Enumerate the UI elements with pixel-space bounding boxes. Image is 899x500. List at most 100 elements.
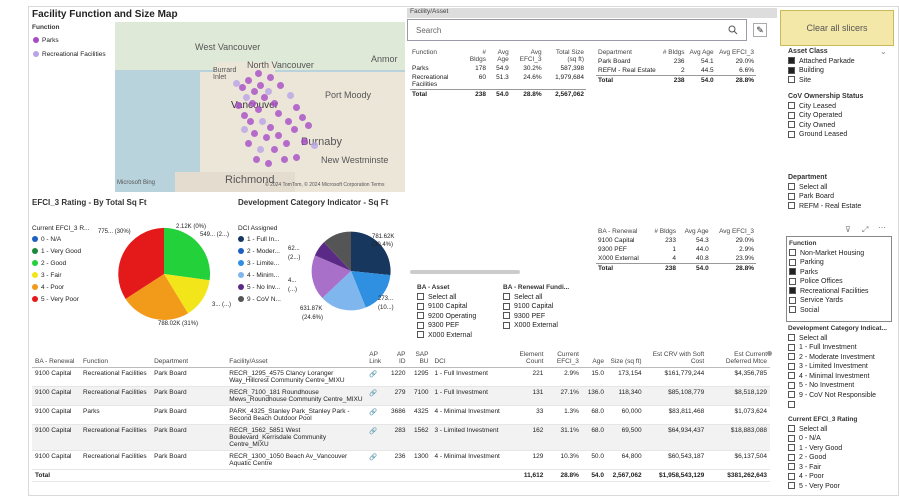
map-marker[interactable] <box>291 126 298 133</box>
map-marker[interactable] <box>251 88 258 95</box>
slicer-item[interactable]: 9100 Capital <box>503 302 588 312</box>
legend-item[interactable]: 3 - Fair <box>32 270 89 282</box>
more-icon[interactable]: ⋯ <box>878 223 886 232</box>
slicer-item[interactable]: City Leased <box>788 102 893 112</box>
slicer-item[interactable]: Attached Parkade <box>788 57 893 67</box>
table-row[interactable]: X000 External 4 40.8 23.9% <box>596 254 756 264</box>
map-marker[interactable] <box>311 142 318 149</box>
slicer-item[interactable]: X000 External <box>417 331 497 341</box>
efci-pie-chart[interactable] <box>116 226 212 322</box>
map-marker[interactable] <box>305 122 312 129</box>
table-row[interactable]: 9100 Capital Recreational Facilities Park … <box>32 367 770 387</box>
function-slicer[interactable]: Function Non-Market Housing Parking Park… <box>786 236 892 322</box>
map-marker[interactable] <box>275 132 282 139</box>
slicer-item[interactable]: 9200 Operating <box>417 312 497 322</box>
legend-item[interactable]: 4 - Minim... <box>238 270 281 282</box>
map-marker[interactable] <box>277 82 284 89</box>
map-marker[interactable] <box>235 102 242 109</box>
checkbox[interactable] <box>788 66 795 74</box>
map-marker[interactable] <box>293 154 300 161</box>
table-row[interactable]: 9100 Capital Parks Park Board PARK_4325_Sta… <box>32 405 770 425</box>
slicer-item[interactable]: 3 - Fair <box>788 463 893 473</box>
slicer-item[interactable]: Ground Leased <box>788 130 893 140</box>
link-icon[interactable]: 🔗 <box>366 450 388 470</box>
map-legend-parks[interactable]: Parks <box>33 37 59 44</box>
map-marker[interactable] <box>271 146 278 153</box>
legend-item[interactable]: 0 - N/A <box>32 234 89 246</box>
table-row[interactable]: Park Board 236 54.1 29.0% <box>596 57 756 66</box>
slicer-item[interactable]: Building <box>788 66 893 76</box>
facility-map[interactable]: West Vancouver North Vancouver Burrard I… <box>115 22 405 192</box>
table-row[interactable]: 9100 Capital Recreational Facilities Park … <box>32 450 770 470</box>
map-marker[interactable] <box>251 130 258 137</box>
slicer-item[interactable]: 9 - CoV Not Responsible <box>788 391 893 401</box>
map-marker[interactable] <box>247 118 254 125</box>
map-marker[interactable] <box>259 118 266 125</box>
map-marker[interactable] <box>271 100 278 107</box>
slicer-item[interactable]: 5 - Very Poor <box>788 482 893 492</box>
table-row[interactable]: 9300 PEF 1 44.0 2.9% <box>596 245 756 254</box>
slicer-item[interactable]: 1 - Full Investment <box>788 343 893 353</box>
slicer-item[interactable]: 9300 PEF <box>417 321 497 331</box>
map-marker[interactable] <box>267 124 274 131</box>
map-marker[interactable] <box>261 94 268 101</box>
map-marker[interactable] <box>243 94 250 101</box>
map-marker[interactable] <box>241 126 248 133</box>
link-icon[interactable]: 🔗 <box>366 386 388 406</box>
filter-icon[interactable]: ⊽ <box>845 225 851 234</box>
map-attribution[interactable]: © 2024 TomTom, © 2024 Microsoft Corporat… <box>265 182 384 188</box>
slicer-item[interactable]: 9100 Capital <box>417 302 497 312</box>
table-row[interactable]: 9100 Capital Recreational Facilities Park … <box>32 424 770 451</box>
map-marker[interactable] <box>287 92 294 99</box>
link-icon[interactable]: 🔗 <box>366 424 388 451</box>
map-marker[interactable] <box>257 146 264 153</box>
table-row[interactable]: REFM - Real Estate 2 44.5 6.6% <box>596 66 756 76</box>
legend-item[interactable]: 2 - Good <box>32 258 89 270</box>
table-row[interactable]: 9100 Capital Recreational Facilities Park … <box>32 386 770 406</box>
table-row[interactable]: Parks 178 54.9 30.2% 587,398 <box>410 64 586 73</box>
slicer-item[interactable]: 1 - Very Good <box>788 444 893 454</box>
slicer-item[interactable]: Parking <box>789 258 889 268</box>
map-marker[interactable] <box>255 70 262 77</box>
legend-item[interactable]: 3 - Limite... <box>238 258 281 270</box>
slicer-item[interactable]: Social <box>789 306 889 316</box>
link-icon[interactable]: 🔗 <box>366 405 388 425</box>
slicer-item[interactable]: 2 - Good <box>788 453 893 463</box>
map-marker[interactable] <box>245 77 252 84</box>
slicer-item[interactable]: Site <box>788 76 893 86</box>
legend-item[interactable]: 1 - Full In... <box>238 234 281 246</box>
slicer-item[interactable]: Parks <box>789 268 889 278</box>
horizontal-scrollbar[interactable] <box>410 270 520 274</box>
table-row[interactable]: 9100 Capital 233 54.3 29.0% <box>596 236 756 245</box>
map-legend-recreational[interactable]: Recreational Facilities <box>33 51 106 58</box>
slicer-item[interactable]: X000 External <box>503 321 588 331</box>
slicer-item[interactable]: 4 - Poor <box>788 472 893 482</box>
map-marker[interactable] <box>253 156 260 163</box>
slicer-item[interactable]: Select all <box>788 334 893 344</box>
slicer-item[interactable]: Non-Market Housing <box>789 249 889 259</box>
legend-item[interactable]: 9 - CoV N... <box>238 294 281 306</box>
map-marker[interactable] <box>281 156 288 163</box>
expand-icon[interactable]: ⤢ <box>862 225 868 235</box>
map-marker[interactable] <box>257 82 264 89</box>
map-marker[interactable] <box>255 106 262 113</box>
slicer-item[interactable]: City Operated <box>788 111 893 121</box>
checkbox[interactable] <box>788 57 795 65</box>
table-row[interactable]: Recreational Facilities 60 51.3 24.6% 1,979,… <box>410 73 586 90</box>
map-marker[interactable] <box>301 138 308 145</box>
map-marker[interactable] <box>239 84 246 91</box>
legend-item[interactable]: 1 - Very Good <box>32 246 89 258</box>
map-marker[interactable] <box>263 134 270 141</box>
map-marker[interactable] <box>241 112 248 119</box>
legend-item[interactable]: 2 - Moder... <box>238 246 281 258</box>
slicer-item[interactable]: Select all <box>503 293 588 303</box>
slicer-item[interactable]: 5 - No Investment <box>788 381 893 391</box>
slicer-item[interactable] <box>788 400 893 410</box>
slicer-item[interactable]: City Owned <box>788 121 893 131</box>
legend-item[interactable]: 5 - No Inv... <box>238 282 281 294</box>
map-marker[interactable] <box>267 74 274 81</box>
slicer-item[interactable]: 4 - Minimal Investment <box>788 372 893 382</box>
map-marker[interactable] <box>285 118 292 125</box>
map-marker[interactable] <box>249 100 256 107</box>
slicer-item[interactable]: REFM - Real Estate <box>788 202 893 212</box>
